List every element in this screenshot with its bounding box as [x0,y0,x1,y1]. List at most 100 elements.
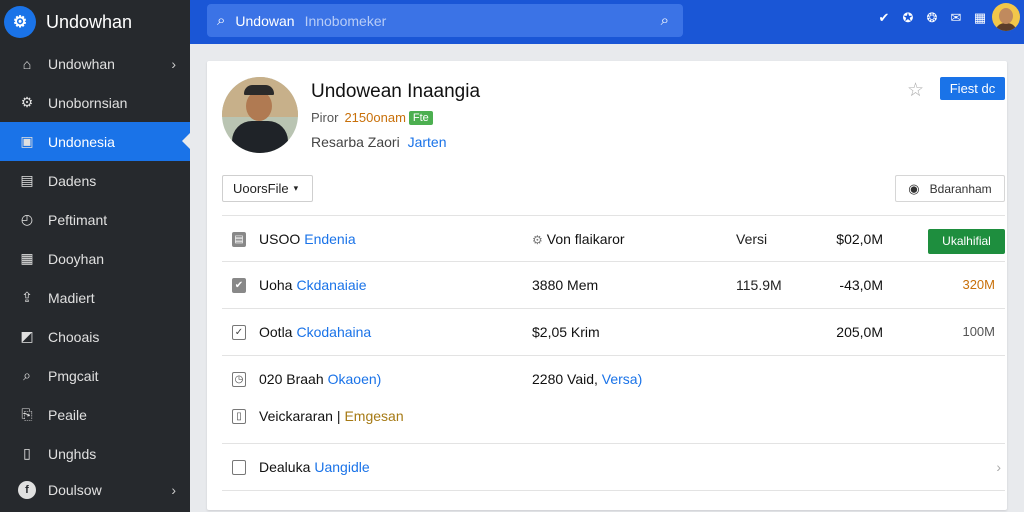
caret-down-icon: ▾ [293,183,299,193]
sidebar-item-1[interactable]: ⚙ Unobornsian [0,83,190,122]
sidebar-item-2[interactable]: ▣ Undonesia [0,122,190,161]
clock-icon: ◴ [20,211,34,227]
profile-subtitle: Resarba Zaori Jarten [311,134,447,150]
secondary-button[interactable]: ◉ Bdaranham [895,175,1005,202]
sidebar-item-label: Madiert [48,289,95,306]
subtitle-text: Resarba Zaori [311,134,400,150]
row-name: Ootla Ckodahaina [259,309,371,355]
checkbox-icon[interactable]: ✓ [232,325,246,340]
sidebar-item-5[interactable]: ▦ Dooyhan [0,239,190,278]
row-name-text: Ootla [259,324,293,340]
row-name-text: Uoha [259,277,293,293]
row-col2: ⚙ Von flaikaror [532,216,625,263]
sidebar-item-10[interactable]: ▯ Unghds [0,434,190,473]
meta-value: 2150onam [344,110,406,125]
row-col2-link[interactable]: Versa) [602,371,642,387]
profile-photo-body [232,121,288,153]
sidebar-item-label: Dadens [48,172,97,189]
home-icon: ⌂ [22,55,32,72]
search-submit-icon[interactable]: ⌕ [661,12,669,29]
row-action-button[interactable]: Ukalhifial [928,229,1005,254]
checkbox-icon[interactable] [232,460,246,475]
row-col2-text: 2280 Vaid, [532,371,598,387]
sidebar-item-8[interactable]: ⌕ Pmgcait [0,356,190,395]
chevron-right-icon[interactable]: › [996,444,1001,490]
profile-photo-head [246,91,272,121]
brand-name: Undowhan [46,11,133,32]
secondary-button-label: Bdaranham [929,181,992,196]
search-placeholder: Innobomeker [304,12,387,29]
gear-icon: ⚙ [532,233,543,247]
chevron-right-icon: › [171,55,176,72]
brand-logo-icon: ⚙ [4,6,36,38]
profile-card: Undowean Inaangia Piror 2150onam Fte Res… [207,61,1007,510]
compass-icon[interactable]: ✪ [900,10,916,26]
row-link[interactable]: Ckodahaina [296,324,371,340]
top-bar: ⌕ Undowan Innobomeker ⌕ ✔ ✪ ❂ ✉ ▦ [190,0,1024,44]
profile-photo [222,77,298,153]
brand[interactable]: ⚙ Undowhan [0,0,190,44]
note-icon[interactable]: ▯ [232,409,246,424]
mail-icon[interactable]: ✉ [948,10,964,26]
search-input[interactable]: ⌕ Undowan Innobomeker ⌕ [207,4,683,37]
table-row[interactable]: ✔ Uoha Ckdanaiaie 3880 Mem 115.9M -43,0M … [222,262,1005,309]
primary-button[interactable]: Fiest dc [940,77,1005,100]
sidebar-item-label: Unghds [48,445,97,462]
row-link[interactable]: Uangidle [314,459,369,475]
cookie-icon[interactable]: ❂ [924,10,940,26]
top-icons: ✔ ✪ ❂ ✉ ▦ [876,10,988,26]
user-avatar[interactable] [992,3,1020,31]
sidebar-nav: ⌂ Undowhan › ⚙ Unobornsian ▣ Undonesia ▤… [0,44,190,473]
dropdown-label: UoorsFile [233,181,289,196]
row-name-text: 020 Braah [259,371,324,387]
file-icon: ▯ [23,445,31,461]
row-name-text: Veickararan | [259,408,341,424]
table-row[interactable]: ▯ Veickararan | Emgesan [222,393,1005,444]
profile-meta: Piror 2150onam Fte [311,110,433,125]
star-icon[interactable]: ☆ [907,79,924,102]
file-dropdown[interactable]: UoorsFile ▾ [222,175,313,202]
row-link[interactable]: Ckdanaiaie [296,277,366,293]
row-value: 100M [962,324,995,339]
checkbox-checked-icon[interactable]: ✔ [232,278,246,293]
sidebar-item-6[interactable]: ⇪ Madiert [0,278,190,317]
search-icon: ⌕ [217,12,226,29]
sidebar-item-label: Doulsow [48,482,102,498]
table-row[interactable]: Dealuka Uangidle › [222,444,1005,491]
subtitle-link[interactable]: Jarten [408,134,447,150]
row-link[interactable]: Emgesan [344,408,403,424]
calendar-icon[interactable]: ◷ [232,372,246,387]
document-icon: ▤ [20,172,34,188]
sidebar-item-4[interactable]: ◴ Peftimant [0,200,190,239]
table-row[interactable]: ◷ 020 Braah Okaoen) 2280 Vaid, Versa) [222,356,1005,393]
sidebar-item-bottom[interactable]: f Doulsow › [0,470,190,510]
upload-icon: ⇪ [21,289,33,305]
check-icon[interactable]: ✔ [876,10,892,26]
row-col2: $2,05 Krim [532,324,600,340]
row-name: USOO Endenia [259,216,356,262]
chat-icon: ◉ [908,180,920,196]
search-value: Undowan [235,12,295,29]
meta-label: Piror [311,110,339,125]
status-badge: Fte [408,110,433,125]
row-link[interactable]: Endenia [304,231,355,247]
sidebar-item-label: Peaile [48,406,87,423]
sidebar-item-0[interactable]: ⌂ Undowhan › [0,44,190,83]
row-col3: Versi [736,231,768,247]
sidebar-item-3[interactable]: ▤ Dadens [0,161,190,200]
qr-icon[interactable]: ▦ [972,10,988,26]
search-icon: ⌕ [23,367,31,383]
data-table: ▤ USOO Endenia ⚙ Von flaikaror Versi $02,0… [222,215,1005,491]
row-link[interactable]: Okaoen) [328,371,382,387]
sidebar-item-label: Peftimant [48,211,108,228]
sidebar-item-7[interactable]: ◩ Chooais [0,317,190,356]
table-row[interactable]: ▤ USOO Endenia ⚙ Von flaikaror Versi $02,0… [222,215,1005,262]
store-icon: ▣ [20,133,34,149]
sidebar-item-9[interactable]: ⎘ Peaile [0,395,190,434]
row-col2-text: Von flaikaror [546,231,625,247]
row-name-text: Dealuka [259,459,311,475]
sidebar-item-label: Pmgcait [48,367,99,384]
row-col2: 3880 Mem [532,277,599,293]
table-row[interactable]: ✓ Ootla Ckodahaina $2,05 Krim 205,0M 100M [222,309,1005,356]
gear-icon: ⚙ [20,94,34,110]
